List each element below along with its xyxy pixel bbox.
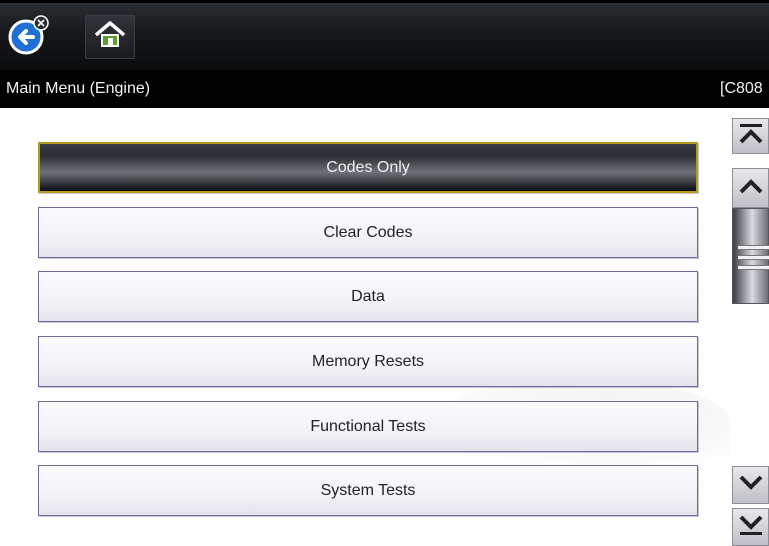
page-down-icon <box>737 511 765 544</box>
thumb-grip <box>738 265 769 270</box>
scrollbar-track[interactable] <box>732 208 769 378</box>
menu-item-system-tests[interactable]: System Tests <box>38 465 698 516</box>
menu-item-data[interactable]: Data <box>38 271 698 322</box>
scroll-up-button[interactable] <box>732 168 769 208</box>
scrollbar[interactable] <box>732 108 769 546</box>
scroll-down-button[interactable] <box>732 466 769 504</box>
scroll-up-icon <box>737 172 765 205</box>
menu-item-functional-tests[interactable]: Functional Tests <box>38 401 698 452</box>
home-button[interactable] <box>85 15 135 59</box>
thumb-grip <box>738 255 769 260</box>
menu-item-codes-only[interactable]: Codes Only <box>38 142 698 193</box>
menu-item-label: Clear Codes <box>323 223 413 241</box>
title-bar: Main Menu (Engine) [C808 <box>0 70 769 108</box>
back-button[interactable] <box>3 13 53 62</box>
menu-content: Codes Only Clear Codes Data Memory Reset… <box>0 108 769 546</box>
menu-item-memory-resets[interactable]: Memory Resets <box>38 336 698 387</box>
page-up-button[interactable] <box>732 118 769 154</box>
scrollbar-thumb[interactable] <box>732 208 769 304</box>
page-up-icon <box>737 120 765 153</box>
thumb-grip <box>738 245 769 250</box>
scroll-down-icon <box>737 469 765 502</box>
menu-item-label: Functional Tests <box>310 417 426 435</box>
menu-item-label: Codes Only <box>326 158 410 176</box>
home-icon <box>93 20 127 55</box>
page-title: Main Menu (Engine) <box>6 80 151 97</box>
vehicle-code: [C808 <box>720 80 763 97</box>
menu-item-label: Memory Resets <box>311 352 425 370</box>
menu-item-label: Data <box>351 287 385 305</box>
page-down-button[interactable] <box>732 508 769 546</box>
back-arrow-icon <box>6 13 50 62</box>
menu-item-clear-codes[interactable]: Clear Codes <box>38 207 698 258</box>
menu-item-label: System Tests <box>320 481 416 499</box>
top-toolbar <box>0 0 769 70</box>
